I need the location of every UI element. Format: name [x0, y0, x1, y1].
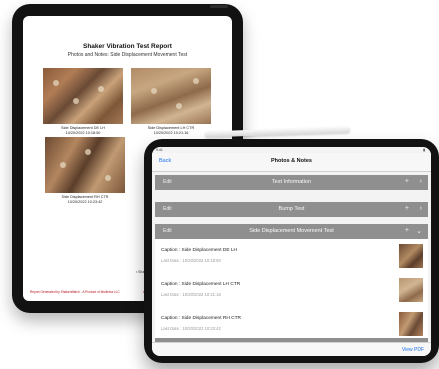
- chevron-right-icon[interactable]: ›: [420, 205, 422, 212]
- row-date: Last Date : 10/20/2022 10:23:42: [161, 326, 221, 331]
- chevron-down-icon[interactable]: ⌄: [416, 227, 422, 235]
- photo-note-row[interactable]: Caption : Side Displacement DE LH Last D…: [155, 239, 428, 274]
- row-date: Last Date : 10/20/2022 10:18:50: [161, 258, 221, 263]
- row-thumbnail[interactable]: [399, 278, 423, 302]
- photo-caption-date: 10/20/2022 10:21:16: [153, 130, 189, 135]
- add-icon[interactable]: +: [405, 178, 409, 185]
- section-label: Test Information: [271, 179, 312, 185]
- section-test-information[interactable]: Edit Test Information + ›: [155, 175, 428, 190]
- report-photo-1: [43, 68, 123, 124]
- photo-note-row[interactable]: Caption : Side Displacement RH CTR Last …: [155, 307, 428, 342]
- report-subtitle: Photos and Notes: Side Displacement Move…: [67, 52, 188, 58]
- report-photo-caption: Side Displacement RH CTR 10/20/2022 10:2…: [40, 195, 130, 204]
- row-thumbnail[interactable]: [399, 312, 423, 336]
- status-time: 9:41: [156, 148, 163, 152]
- report-photo-caption: Side Displacement DE LH 10/20/2022 10:18…: [38, 126, 128, 135]
- chevron-right-icon[interactable]: ›: [420, 178, 422, 185]
- nav-title: Photos & Notes: [271, 158, 312, 164]
- row-date: Last Date : 10/20/2022 10:21:16: [161, 292, 221, 297]
- add-icon[interactable]: +: [405, 205, 409, 212]
- row-thumbnail[interactable]: [399, 244, 423, 268]
- bottom-toolbar: View PDF: [152, 342, 431, 356]
- section-side-displacement[interactable]: Edit Side Displacement Movement Test + ⌄: [155, 224, 428, 239]
- app-screen: 9:41 ▮ Back Photos & Notes Edit Test Inf…: [152, 147, 431, 356]
- photo-caption-date: 10/20/2022 10:23:42: [67, 199, 103, 204]
- add-icon[interactable]: +: [405, 227, 409, 234]
- photo-note-row[interactable]: Caption : Side Displacement LH CTR Last …: [155, 273, 428, 308]
- app-tablet: 9:41 ▮ Back Photos & Notes Edit Test Inf…: [144, 139, 439, 363]
- battery-icon: ▮: [423, 148, 425, 152]
- tablet-side-button: [210, 5, 228, 8]
- section-bump-test[interactable]: Edit Bump Test + ›: [155, 202, 428, 217]
- section-label: Side Displacement Movement Test: [249, 228, 334, 234]
- section-label: Bump Test: [278, 206, 305, 212]
- report-title: Shaker Vibration Test Report: [83, 43, 172, 50]
- report-photo-3: [45, 137, 125, 193]
- report-photo-caption: Side Displacement LH CTR 10/20/2022 10:2…: [126, 126, 216, 135]
- report-footer-left: Report Generated by ShakerWatch - A Prod…: [30, 290, 120, 294]
- photo-caption-date: 10/20/2022 10:18:50: [65, 130, 101, 135]
- report-photo-2: [131, 68, 211, 124]
- nav-bar: Back Photos & Notes: [152, 153, 431, 172]
- view-pdf-button[interactable]: View PDF: [402, 347, 424, 353]
- row-caption: Caption : Side Displacement RH CTR: [161, 316, 241, 321]
- row-caption: Caption : Side Displacement LH CTR: [161, 282, 241, 287]
- row-caption: Caption : Side Displacement DE LH: [161, 248, 237, 253]
